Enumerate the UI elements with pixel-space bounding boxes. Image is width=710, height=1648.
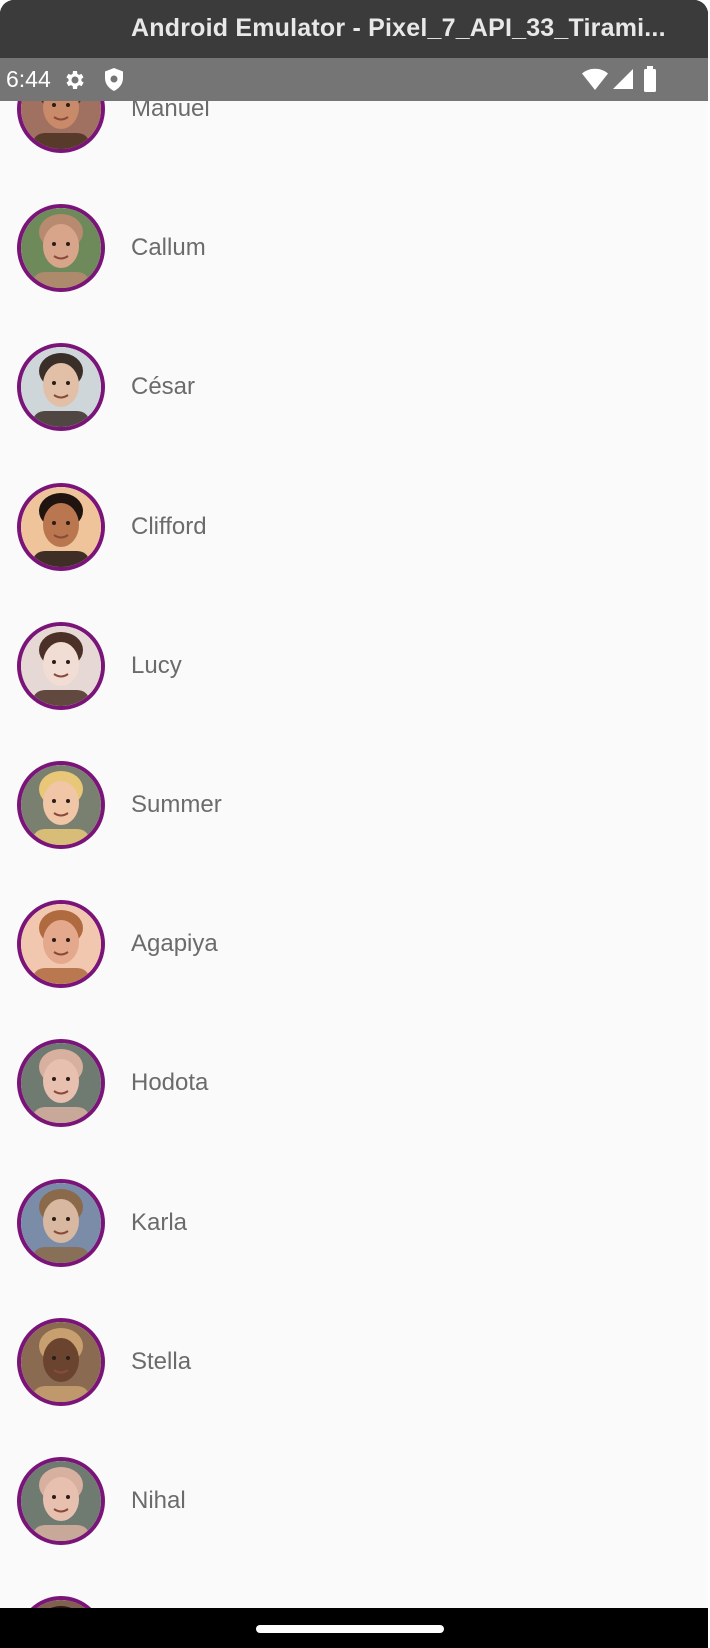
- gesture-handle[interactable]: [256, 1625, 444, 1633]
- contact-name: Stella: [131, 1347, 192, 1375]
- contact-avatar: [17, 343, 105, 432]
- wifi-icon: [582, 68, 608, 90]
- contact-list-item[interactable]: Stella: [0, 1293, 708, 1432]
- contact-list-item[interactable]: Karla: [0, 1154, 708, 1293]
- navigation-bar: [0, 1608, 708, 1648]
- contact-avatar: [17, 1596, 105, 1608]
- contact-list-item[interactable]: Manuel: [0, 101, 708, 179]
- contact-name: César: [131, 373, 196, 401]
- contact-list-item[interactable]: Callum: [0, 179, 708, 318]
- gear-icon: [66, 71, 84, 89]
- contact-name: Lucy: [131, 651, 182, 679]
- contact-list-item[interactable]: Summer: [0, 736, 708, 875]
- contact-name: Agapiya: [131, 930, 218, 958]
- contact-list-item[interactable]: [0, 1571, 708, 1608]
- contact-avatar: [17, 1317, 105, 1406]
- shield-icon: [105, 68, 123, 91]
- contact-avatar: [17, 482, 105, 571]
- status-time: 6:44: [6, 66, 51, 92]
- contact-avatar: [17, 621, 105, 710]
- contact-avatar: [17, 900, 105, 989]
- contact-list-item[interactable]: Nihal: [0, 1432, 708, 1571]
- battery-icon: [644, 66, 656, 92]
- contact-name: Summer: [131, 791, 222, 818]
- signal-icon: [613, 69, 633, 89]
- contact-list[interactable]: Manuel Callum César Clifford Lucy Summer Agapi…: [0, 101, 708, 1608]
- contact-avatar: [17, 1457, 105, 1545]
- contact-list-item[interactable]: Clifford: [0, 458, 708, 597]
- contact-name: Hodota: [131, 1069, 209, 1097]
- contact-avatar: [17, 1178, 105, 1267]
- status-bar: 6:44: [0, 58, 708, 101]
- contact-avatar: [17, 101, 105, 153]
- contact-list-item[interactable]: Hodota: [0, 1014, 708, 1153]
- contact-list-item[interactable]: Agapiya: [0, 875, 708, 1014]
- contact-avatar: [17, 204, 105, 293]
- emulator-window: Android Emulator - Pixel_7_API_33_Tirami…: [0, 0, 708, 1648]
- contact-avatar: [17, 1039, 105, 1128]
- contact-avatar: [17, 761, 105, 849]
- contact-name: Nihal: [131, 1487, 186, 1514]
- window-title-bar[interactable]: Android Emulator - Pixel_7_API_33_Tirami…: [0, 0, 708, 58]
- window-title: Android Emulator - Pixel_7_API_33_Tirami…: [131, 14, 666, 42]
- contact-name: Clifford: [131, 512, 207, 540]
- contact-list-item[interactable]: Lucy: [0, 597, 708, 736]
- contact-name: Manuel: [131, 101, 210, 122]
- contact-name: Callum: [131, 234, 206, 262]
- contact-name: Karla: [131, 1208, 188, 1236]
- contact-list-item[interactable]: César: [0, 318, 708, 457]
